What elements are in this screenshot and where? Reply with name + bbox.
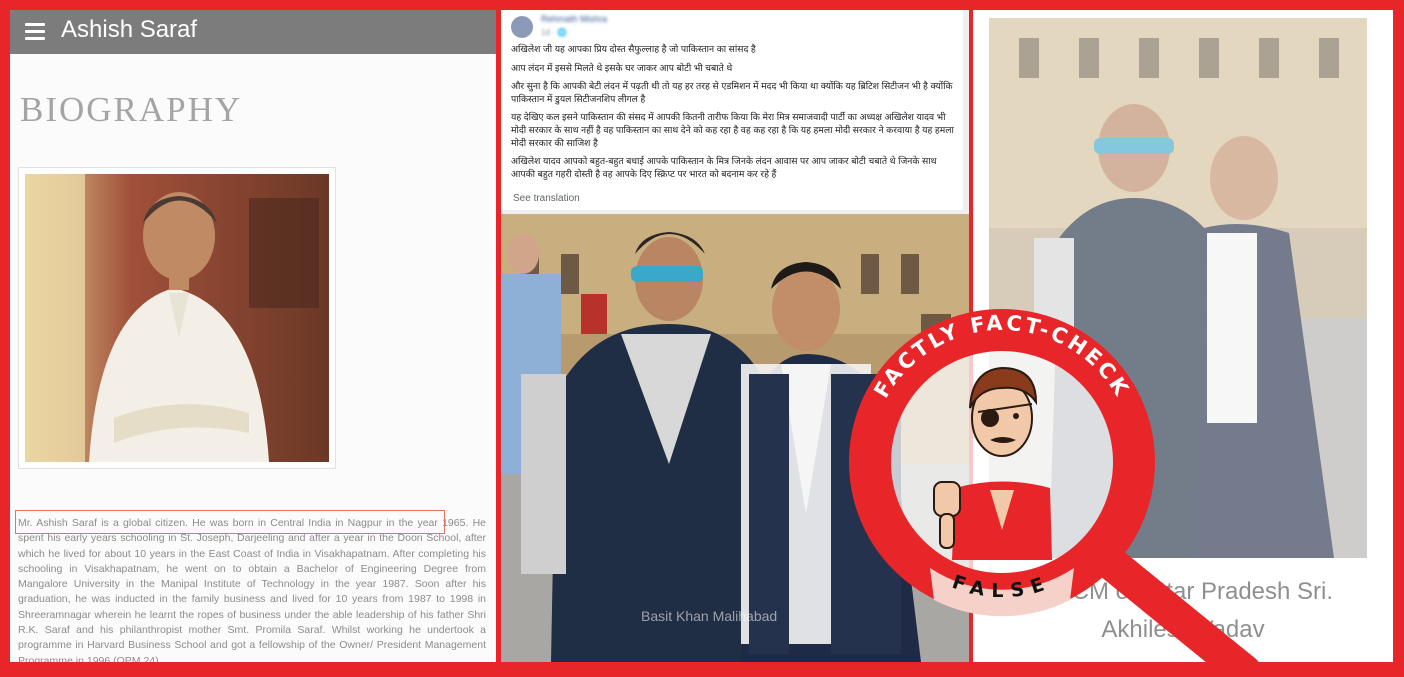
author-avatar[interactable] <box>511 16 533 38</box>
post-text: अखिलेश जी यह आपका प्रिय दोस्त सैफुल्लाह … <box>511 43 961 186</box>
highlighted-sentence: Mr. Ashish Saraf is a global citizen. He… <box>18 517 469 529</box>
site-header: Ashish Saraf <box>10 10 496 54</box>
post-author[interactable]: Rehmath Mishra <box>541 14 607 24</box>
post-meta: 1d · 🌐 <box>541 28 567 37</box>
biography-text: Mr. Ashish Saraf is a global citizen. He… <box>18 516 486 662</box>
post-paragraph: आप लंदन में इससे मिलते थे इसके घर जाकर आ… <box>511 62 733 73</box>
photo-watermark: Basit Khan Malihabad <box>641 608 778 624</box>
site-title[interactable]: Ashish Saraf <box>61 16 197 44</box>
see-translation-link[interactable]: See translation <box>513 193 580 204</box>
hamburger-menu-icon[interactable] <box>25 23 45 41</box>
magnifier-handle <box>1078 533 1262 677</box>
biography-continuation: He spent his early years schooling in St… <box>18 517 486 662</box>
biography-website-screenshot: Ashish Saraf BIOGRAPHY Mr. Ashish Saraf … <box>10 10 496 662</box>
post-card: Rehmath Mishra 1d · 🌐 अखिलेश जी यह आपका … <box>501 10 963 210</box>
post-paragraph: यह देखिए कल इसने पाकिस्तान की संसद में आ… <box>511 112 954 148</box>
factly-false-stamp: FACTLY FACT-CHECK FALSE <box>840 300 1262 677</box>
portrait-photo <box>18 167 336 469</box>
post-paragraph: अखिलेश यादव आपको बहुत-बहुत बधाई आपके पाक… <box>511 156 937 179</box>
post-paragraph: और सुना है कि आपकी बेटी लंदन में पढ़ती थ… <box>511 81 953 104</box>
page-heading: BIOGRAPHY <box>20 90 243 129</box>
post-paragraph: अखिलेश जी यह आपका प्रिय दोस्त सैफुल्लाह … <box>511 44 756 54</box>
